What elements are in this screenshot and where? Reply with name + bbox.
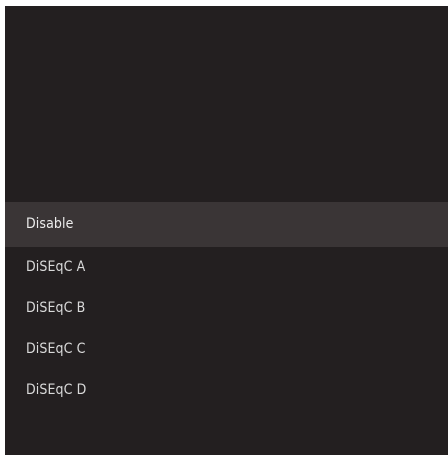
option-disable[interactable]: Disable — [5, 202, 448, 247]
option-diseqc-d[interactable]: DiSEqC D — [5, 370, 448, 411]
diseqc-selection-panel: Disable DiSEqC A DiSEqC B DiSEqC C DiSEq… — [5, 6, 448, 455]
option-diseqc-b[interactable]: DiSEqC B — [5, 288, 448, 329]
diseqc-option-list: Disable DiSEqC A DiSEqC B DiSEqC C DiSEq… — [5, 202, 448, 411]
option-diseqc-c[interactable]: DiSEqC C — [5, 329, 448, 370]
option-diseqc-a[interactable]: DiSEqC A — [5, 247, 448, 288]
